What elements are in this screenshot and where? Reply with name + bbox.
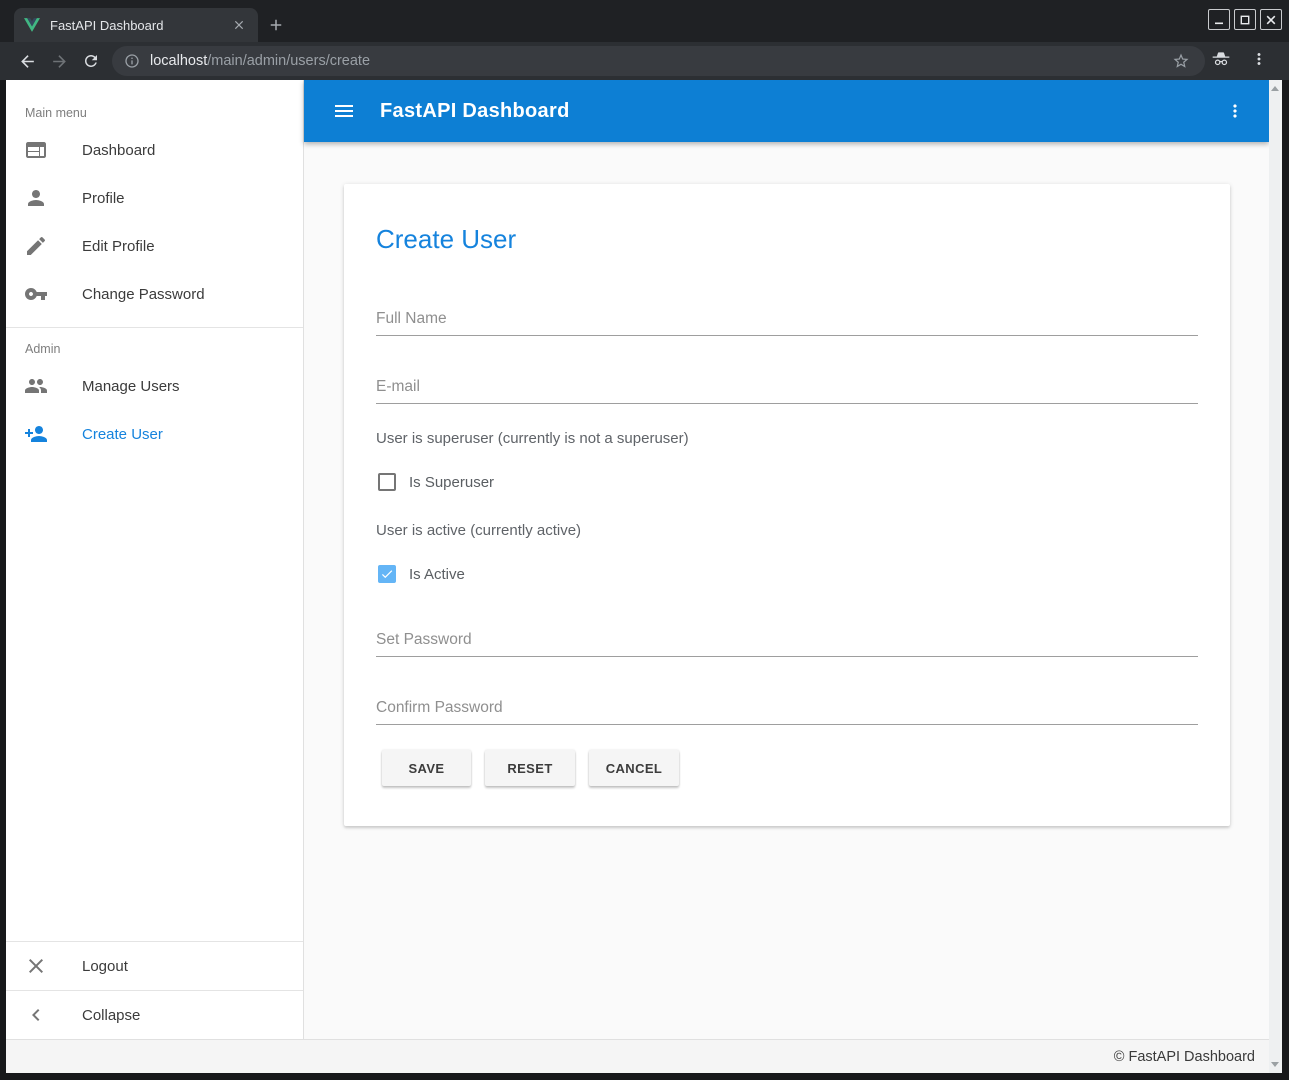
url-text: localhost/main/admin/users/create [150,53,370,69]
sidebar-bottom: Logout Collapse [6,941,303,1039]
confirm-password-field-wrapper [376,691,1198,725]
confirm-password-input[interactable] [376,691,1198,725]
scroll-down-arrow-icon[interactable] [1271,1062,1279,1067]
browser-tab[interactable]: FastAPI Dashboard [14,8,258,42]
sidebar-item-logout[interactable]: Logout [6,942,303,990]
sidebar-item-edit-profile[interactable]: Edit Profile [6,222,303,270]
new-tab-button[interactable] [262,11,290,39]
checkbox-label: Is Superuser [409,474,494,491]
full-name-field-wrapper [376,302,1198,336]
page-viewport: Main menu Dashboard Profile Edit Profile… [6,80,1282,1073]
chevron-left-icon [24,1003,48,1027]
close-window-button[interactable] [1260,9,1282,30]
person-add-icon [24,422,48,446]
sidebar-item-label: Edit Profile [82,238,155,255]
sidebar-item-dashboard[interactable]: Dashboard [6,126,303,174]
form-buttons: SAVE RESET CANCEL [382,750,679,786]
sidebar-item-collapse[interactable]: Collapse [6,991,303,1039]
email-input[interactable] [376,370,1198,404]
sidebar-divider [6,327,303,328]
save-button[interactable]: SAVE [382,750,471,786]
sidebar-item-label: Dashboard [82,142,155,159]
pencil-icon [24,234,48,258]
vue-logo-favicon [24,18,40,32]
sidebar-section-admin: Admin [25,336,303,362]
person-icon [24,186,48,210]
is-active-checkbox[interactable] [378,565,396,583]
incognito-icon [1209,47,1233,71]
forward-button[interactable] [45,47,73,75]
sidebar: Main menu Dashboard Profile Edit Profile… [6,80,304,1039]
is-superuser-checkbox[interactable] [378,473,396,491]
sidebar-item-label: Manage Users [82,378,180,395]
dashboard-icon [24,138,48,162]
bookmark-star-icon[interactable] [1169,49,1193,73]
sidebar-item-change-password[interactable]: Change Password [6,270,303,318]
site-info-icon[interactable] [124,53,140,69]
minimize-button[interactable] [1208,9,1230,30]
close-x-icon [24,954,48,978]
page-footer: © FastAPI Dashboard [6,1039,1269,1073]
app-bar: FastAPI Dashboard [304,80,1269,142]
hamburger-menu-icon[interactable] [330,97,358,125]
sidebar-item-label: Collapse [82,1007,140,1024]
sidebar-item-label: Profile [82,190,125,207]
set-password-field-wrapper [376,623,1198,657]
browser-toolbar: localhost/main/admin/users/create [0,42,1289,80]
back-button[interactable] [13,47,41,75]
is-superuser-row[interactable]: Is Superuser [378,470,494,494]
sidebar-item-manage-users[interactable]: Manage Users [6,362,303,410]
key-icon [24,282,48,306]
page-title: Create User [376,224,516,255]
browser-tab-strip: FastAPI Dashboard [0,0,1289,42]
app-menu-kebab-icon[interactable] [1221,97,1249,125]
browser-menu-icon[interactable] [1247,47,1271,71]
superuser-caption: User is superuser (currently is not a su… [376,429,689,449]
scroll-up-arrow-icon[interactable] [1271,86,1279,91]
create-user-card: Create User User is superuser (currently… [344,184,1230,826]
maximize-button[interactable] [1234,9,1256,30]
app-title: FastAPI Dashboard [380,100,570,123]
reload-button[interactable] [77,47,105,75]
checkbox-label: Is Active [409,566,465,583]
tab-title: FastAPI Dashboard [50,18,230,33]
sidebar-item-label: Change Password [82,286,205,303]
tab-close-icon[interactable] [230,16,248,34]
is-active-row[interactable]: Is Active [378,562,465,586]
vertical-scrollbar[interactable] [1269,80,1282,1073]
copyright-text: © FastAPI Dashboard [1114,1049,1255,1065]
email-field-wrapper [376,370,1198,404]
people-icon [24,374,48,398]
active-caption: User is active (currently active) [376,521,581,541]
full-name-input[interactable] [376,302,1198,336]
reset-button[interactable]: RESET [485,750,575,786]
set-password-input[interactable] [376,623,1198,657]
sidebar-item-create-user[interactable]: Create User [6,410,303,458]
cancel-button[interactable]: CANCEL [589,750,679,786]
sidebar-item-label: Create User [82,426,163,443]
window-controls [1208,9,1282,30]
sidebar-item-label: Logout [82,958,128,975]
address-bar[interactable]: localhost/main/admin/users/create [112,46,1205,76]
sidebar-section-main-menu: Main menu [25,100,303,126]
sidebar-item-profile[interactable]: Profile [6,174,303,222]
